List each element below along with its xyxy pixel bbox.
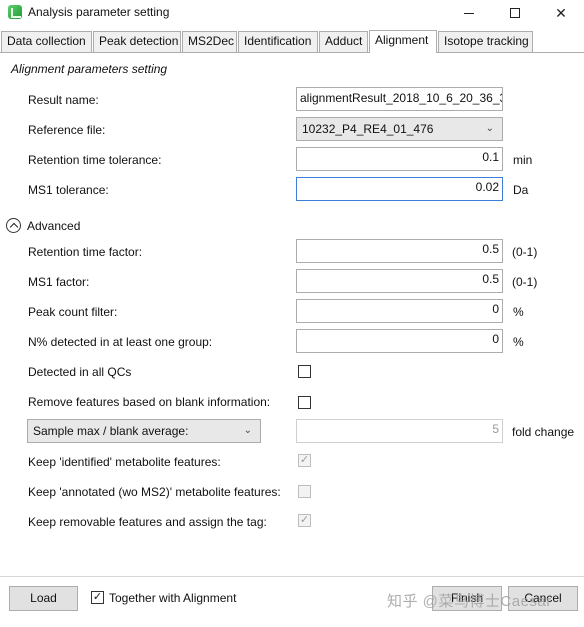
tab-ms2dec[interactable]: MS2Dec [182, 31, 237, 52]
advanced-label[interactable]: Advanced [27, 219, 80, 233]
window-title: Analysis parameter setting [28, 5, 170, 19]
close-icon: ✕ [555, 4, 567, 21]
load-button[interactable]: Load [9, 586, 78, 611]
peak-count-filter-label: Peak count filter: [28, 305, 118, 319]
watermark: 知乎 @菜鸟博士Caesar [387, 593, 552, 610]
title-bar: Analysis parameter setting ✕ [0, 0, 584, 26]
blank-method-select[interactable]: Sample max / blank average: ⌄ [27, 419, 261, 443]
n-detected-unit: % [513, 335, 524, 349]
keep-identified-label: Keep 'identified' metabolite features: [28, 455, 221, 469]
keep-removable-checkbox[interactable]: ✓ [298, 514, 311, 527]
rt-factor-range: (0-1) [512, 245, 538, 259]
tab-panel-border [0, 52, 584, 53]
tab-identification[interactable]: Identification [238, 31, 318, 52]
result-name-label: Result name: [28, 93, 99, 107]
tab-isotope-tracking[interactable]: Isotope tracking [438, 31, 533, 52]
minimize-icon [464, 12, 474, 14]
remove-blank-label: Remove features based on blank informati… [28, 395, 271, 409]
ms1-tolerance-input[interactable]: 0.02 [296, 177, 503, 201]
peak-count-filter-unit: % [513, 305, 524, 319]
ms1-factor-input[interactable]: 0.5 [296, 269, 503, 293]
chevron-down-icon: ⌄ [243, 425, 252, 436]
close-button[interactable]: ✕ [538, 0, 584, 26]
rt-factor-input[interactable]: 0.5 [296, 239, 503, 263]
keep-annotated-label: Keep 'annotated (wo MS2)' metabolite fea… [28, 485, 281, 499]
ms1-factor-range: (0-1) [512, 275, 538, 289]
rt-tolerance-unit: min [513, 153, 533, 167]
together-with-alignment-checkbox[interactable]: ✓ [91, 591, 104, 604]
rt-tolerance-input[interactable]: 0.1 [296, 147, 503, 171]
detected-in-all-qcs-checkbox[interactable] [298, 365, 311, 378]
fold-change-unit: fold change [512, 425, 575, 439]
chevron-down-icon: ⌄ [485, 123, 494, 134]
reference-file-label: Reference file: [28, 123, 106, 137]
remove-blank-checkbox[interactable] [298, 396, 311, 409]
tab-peak-detection[interactable]: Peak detection [93, 31, 181, 52]
keep-removable-label: Keep removable features and assign the t… [28, 515, 267, 529]
n-detected-label: N% detected in at least one group: [28, 335, 213, 349]
footer-divider [0, 576, 584, 577]
collapse-advanced-icon[interactable] [6, 218, 21, 233]
fold-change-input[interactable]: 5 [296, 419, 503, 443]
tab-data-collection[interactable]: Data collection [1, 31, 92, 52]
keep-identified-checkbox[interactable]: ✓ [298, 454, 311, 467]
maximize-icon [510, 8, 520, 18]
tab-strip: Data collection Peak detection MS2Dec Id… [0, 30, 584, 53]
result-name-input[interactable]: alignmentResult_2018_10_6_20_36_39 [296, 87, 503, 111]
ms1-tolerance-unit: Da [513, 183, 529, 197]
peak-count-filter-input[interactable]: 0 [296, 299, 503, 323]
minimize-button[interactable] [446, 0, 492, 26]
section-title: Alignment parameters setting [11, 62, 168, 76]
app-icon [8, 5, 22, 19]
rt-factor-label: Retention time factor: [28, 245, 143, 259]
detected-in-all-qcs-label: Detected in all QCs [28, 365, 132, 379]
tab-adduct[interactable]: Adduct [319, 31, 368, 52]
reference-file-value: 10232_P4_RE4_01_476 [302, 122, 434, 136]
ms1-tolerance-label: MS1 tolerance: [28, 183, 109, 197]
rt-tolerance-label: Retention time tolerance: [28, 153, 162, 167]
ms1-factor-label: MS1 factor: [28, 275, 90, 289]
keep-annotated-checkbox[interactable] [298, 485, 311, 498]
maximize-button[interactable] [492, 0, 538, 26]
n-detected-input[interactable]: 0 [296, 329, 503, 353]
tab-alignment[interactable]: Alignment [369, 30, 437, 53]
together-with-alignment-label: Together with Alignment [109, 591, 237, 605]
blank-method-value: Sample max / blank average: [33, 424, 189, 438]
reference-file-select[interactable]: 10232_P4_RE4_01_476 ⌄ [296, 117, 503, 141]
